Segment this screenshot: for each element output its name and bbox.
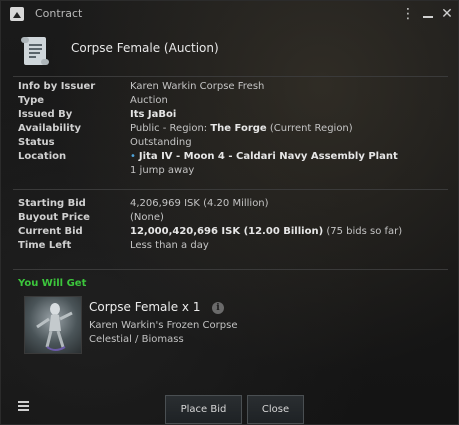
status-value: Outstanding <box>130 137 192 148</box>
distance-value: 1 jump away <box>130 165 195 176</box>
current-bid-value: 12,000,420,696 ISK (12.00 Billion) <box>130 226 324 237</box>
contract-scroll-icon <box>21 37 49 65</box>
availability-suffix: (Current Region) <box>266 123 353 134</box>
item-thumbnail[interactable] <box>24 296 82 354</box>
info-label: Buyout Price <box>18 212 90 223</box>
close-button[interactable]: Close <box>247 395 304 424</box>
buyout-value: (None) <box>130 212 164 223</box>
info-label: Starting Bid <box>18 198 86 209</box>
info-icon[interactable]: i <box>212 302 224 314</box>
you-will-get-heading: You Will Get <box>18 278 87 289</box>
info-label: Time Left <box>18 240 72 251</box>
issuer-link[interactable]: Its JaBoi <box>130 109 176 120</box>
info-label: Type <box>18 95 45 106</box>
info-label: Location <box>18 151 67 162</box>
info-label: Issued By <box>18 109 73 120</box>
info-label: Status <box>18 137 55 148</box>
time-left-value: Less than a day <box>130 240 209 251</box>
divider <box>13 76 448 77</box>
item-category: Celestial / Biomass <box>89 334 184 345</box>
info-label: Current Bid <box>18 226 83 237</box>
kebab-menu-icon[interactable]: ⋮ <box>399 5 417 23</box>
type-value: Auction <box>130 95 168 106</box>
place-bid-button[interactable]: Place Bid <box>165 395 242 424</box>
location-link[interactable]: Jita IV - Moon 4 - Caldari Navy Assembly… <box>139 151 398 162</box>
hamburger-menu-icon[interactable] <box>18 401 29 411</box>
contract-title: Corpse Female (Auction) <box>71 41 219 55</box>
item-name: Corpse Female x 1 <box>89 300 201 314</box>
divider <box>13 269 448 270</box>
info-label: Availability <box>18 123 81 134</box>
region-link[interactable]: The Forge <box>210 123 266 134</box>
window-title: Contract <box>35 7 83 20</box>
starting-bid-value: 4,206,969 ISK (4.20 Million) <box>130 198 269 209</box>
issuer-info-value: Karen Warkin Corpse Fresh <box>130 81 265 92</box>
title-bar[interactable]: Contract ⋮ ✕ <box>1 1 458 29</box>
close-icon[interactable]: ✕ <box>438 5 456 23</box>
minimize-icon[interactable] <box>419 5 437 23</box>
availability-value: Public - Region: The Forge (Current Regi… <box>130 123 353 134</box>
info-label: Info by Issuer <box>18 81 96 92</box>
frozen-corpse-icon <box>36 303 73 351</box>
divider <box>13 189 448 190</box>
app-icon[interactable] <box>10 7 24 21</box>
availability-prefix: Public - Region: <box>130 123 211 134</box>
bid-count: (75 bids so far) <box>323 226 403 237</box>
item-description: Karen Warkin's Frozen Corpse <box>89 320 238 331</box>
security-dot-icon: • <box>130 151 136 162</box>
contract-window: Contract ⋮ ✕ Corpse Female (Auction) Inf… <box>0 0 459 425</box>
